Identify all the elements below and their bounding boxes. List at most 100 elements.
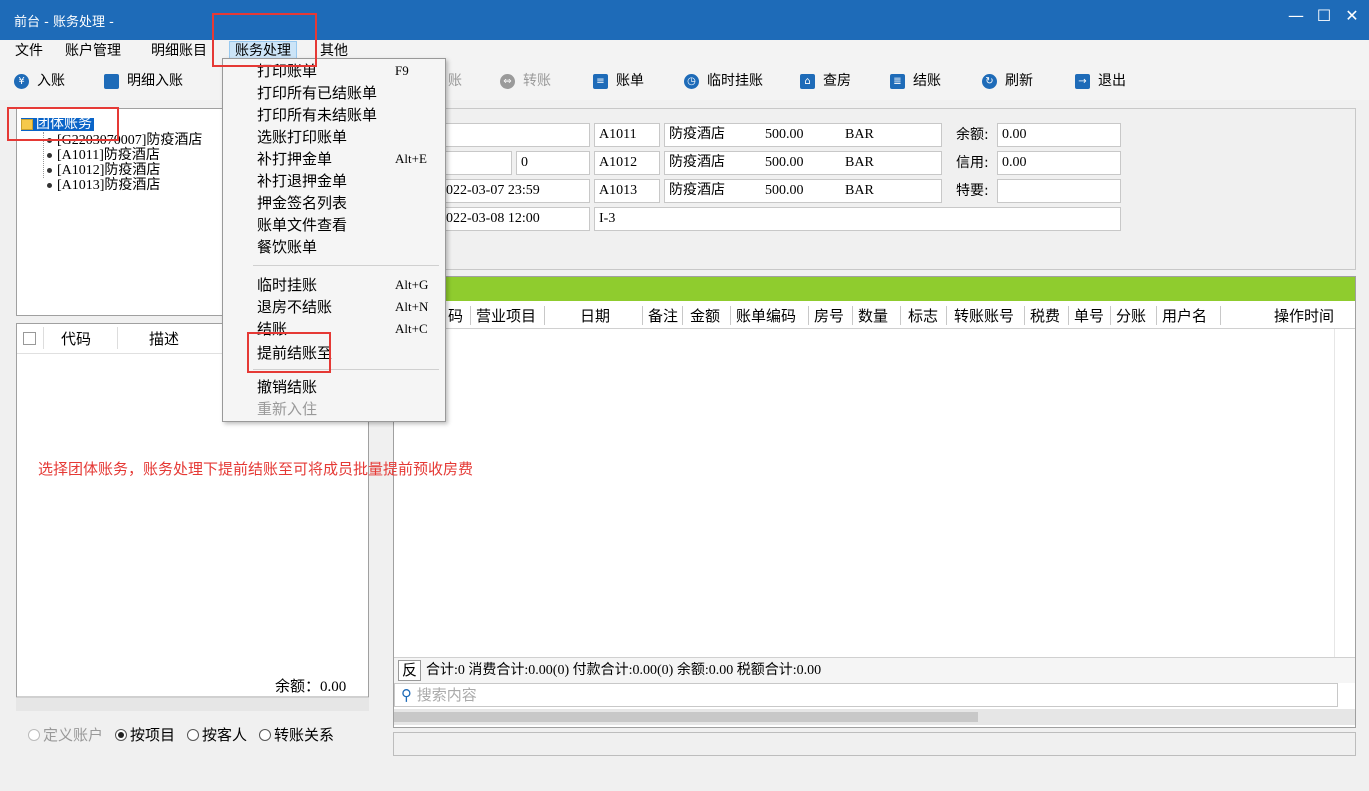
column-divider (852, 306, 853, 325)
menu-file[interactable]: 文件 (10, 41, 48, 61)
tree-item-a1012[interactable]: [A1012]防疫酒店 (57, 164, 160, 178)
scroll-thumb[interactable] (394, 712, 978, 722)
rate-code: BAR (845, 183, 874, 198)
menu-item-print-all-unsettled[interactable]: 打印所有未结账单 (257, 105, 377, 125)
left-list-scrollbar[interactable] (16, 697, 369, 711)
menu-item-dining-bill[interactable]: 餐饮账单 (257, 237, 317, 257)
info-field-a1[interactable]: 3 (434, 123, 590, 147)
special-req-field[interactable] (997, 179, 1121, 203)
select-all-checkbox[interactable] (23, 332, 36, 345)
tree-item-a1011[interactable]: [A1011]防疫酒店 (57, 149, 160, 163)
checkout-button[interactable]: ≣ 结账 (890, 71, 941, 91)
credit-field[interactable]: 0.00 (997, 151, 1121, 175)
departure-date-field[interactable]: 2022-03-08 12:00 (434, 207, 590, 231)
radio-by-guest[interactable]: 按客人 (187, 724, 247, 745)
totals-text: 合计:0 消费合计:0.00(0) 付款合计:0.00(0) 余额:0.00 税… (426, 663, 822, 678)
column-quantity[interactable]: 数量 (858, 304, 888, 328)
menu-item-reprint-refund-deposit[interactable]: 补打退押金单 (257, 171, 347, 191)
arrival-date-field[interactable]: 2022-03-07 23:59 (434, 179, 590, 203)
check-room-button[interactable]: ⌂ 查房 (800, 71, 851, 91)
radio-define-account[interactable]: 定义账户 (28, 724, 103, 745)
menu-item-advance-settle-to[interactable]: 提前结账至 (257, 343, 332, 363)
column-divider (642, 306, 643, 325)
detail-post-label: 明细入账 (127, 73, 183, 89)
refresh-button[interactable]: ↻ 刷新 (982, 71, 1033, 91)
hidden-button[interactable]: 账 (448, 71, 462, 91)
radio-circle (259, 728, 272, 741)
menu-item-settle[interactable]: 结账 (257, 319, 287, 339)
menu-item-deposit-sign-list[interactable]: 押金签名列表 (257, 193, 347, 213)
menu-item-checkout-no-settle[interactable]: 退房不结账 (257, 297, 332, 317)
column-operation-time[interactable]: 操作时间 (1274, 304, 1334, 328)
menu-item-print-bill[interactable]: 打印账单 (257, 61, 317, 81)
search-field[interactable]: ⚲ 搜索内容 (394, 683, 1338, 707)
house-search-icon: ⌂ (800, 73, 815, 89)
balance-field-label: 余额: (956, 127, 989, 143)
temp-hang-button[interactable]: ◷ 临时挂账 (684, 71, 763, 91)
detail-post-button[interactable]: 明细入账 (104, 71, 183, 91)
column-code[interactable]: 码 (448, 304, 463, 328)
info-field-room3[interactable]: A1013 (594, 179, 660, 203)
transfer-button[interactable]: ⇔ 转账 (500, 71, 551, 91)
column-transfer-account[interactable]: 转账账号 (954, 304, 1014, 328)
balance-value: 0.00 (320, 679, 347, 695)
vertical-scrollbar[interactable] (1334, 329, 1355, 657)
radio-label: 按项目 (130, 726, 176, 744)
column-date[interactable]: 日期 (580, 304, 610, 328)
balance-field[interactable]: 0.00 (997, 123, 1121, 147)
column-amount[interactable]: 金额 (690, 304, 720, 328)
shortcut-label: F9 (395, 63, 409, 78)
search-placeholder: 搜索内容 (416, 686, 477, 704)
column-flag[interactable]: 标志 (908, 304, 938, 328)
room-rate: 500.00 (765, 183, 804, 198)
column-business-item[interactable]: 营业项目 (476, 304, 536, 328)
info-field-b2[interactable]: 0 (516, 151, 590, 175)
info-field-extra[interactable]: I-3 (594, 207, 1121, 231)
radio-label: 定义账户 (43, 726, 104, 744)
column-room[interactable]: 房号 (814, 304, 844, 328)
minimize-icon[interactable]: — (1283, 6, 1309, 25)
close-icon[interactable]: ✕ (1339, 6, 1365, 25)
hidden-button-label: 账 (448, 73, 462, 89)
annotation-text: 选择团体账务，账务处理下提前结账至可将成员批量提前预收房费 (38, 460, 474, 478)
info-field-name2: 防疫酒店 500.00 BAR (664, 151, 942, 175)
menu-item-re-checkin[interactable]: 重新入住 (257, 399, 317, 419)
reverse-button[interactable]: 反 (398, 660, 422, 681)
menu-detail-items[interactable]: 明细账目 (146, 41, 212, 61)
tree-root-group-account[interactable]: 团体账务 (21, 118, 94, 132)
column-bill-code[interactable]: 账单编码 (736, 304, 796, 328)
radio-transfer-relation[interactable]: 转账关系 (259, 724, 334, 745)
grid-header-bar (394, 277, 1355, 301)
column-divider (730, 306, 731, 325)
column-remark[interactable]: 备注 (648, 304, 678, 328)
column-code[interactable]: 代码 (61, 328, 91, 349)
menu-item-cancel-settle[interactable]: 撤销结账 (257, 377, 317, 397)
maximize-icon[interactable]: ☐ (1311, 6, 1337, 25)
column-divider (1156, 306, 1157, 325)
column-divider (470, 306, 471, 325)
menu-separator (253, 369, 439, 370)
column-username[interactable]: 用户名 (1162, 304, 1207, 328)
menu-item-select-print[interactable]: 选账打印账单 (257, 127, 347, 147)
menu-account-management[interactable]: 账户管理 (60, 41, 126, 61)
accounting-dropdown-menu: 打印账单 F9 打印所有已结账单 打印所有未结账单 选账打印账单 补打押金单 A… (222, 58, 446, 422)
post-charge-button[interactable]: ¥ 入账 (14, 71, 65, 91)
bill-button[interactable]: ≡ 账单 (593, 71, 644, 91)
menu-item-reprint-deposit[interactable]: 补打押金单 (257, 149, 332, 169)
menu-item-bill-file-view[interactable]: 账单文件查看 (257, 215, 347, 235)
credit-field-label: 信用: (956, 155, 989, 171)
column-split[interactable]: 分账 (1116, 304, 1146, 328)
column-tax[interactable]: 税费 (1030, 304, 1060, 328)
info-field-room2[interactable]: A1012 (594, 151, 660, 175)
tree-item-group[interactable]: [G2203070007]防疫酒店 (57, 134, 202, 148)
info-field-room1[interactable]: A1011 (594, 123, 660, 147)
column-description[interactable]: 描述 (149, 328, 179, 349)
column-slip-no[interactable]: 单号 (1074, 304, 1104, 328)
exit-button[interactable]: → 退出 (1075, 71, 1126, 91)
grid-horizontal-scrollbar[interactable] (394, 709, 1355, 725)
tree-item-a1013[interactable]: [A1013]防疫酒店 (57, 179, 160, 193)
database-icon: ≣ (890, 73, 905, 89)
radio-by-item[interactable]: 按项目 (115, 724, 175, 745)
menu-item-temp-hang[interactable]: 临时挂账 (257, 275, 317, 295)
menu-item-print-all-settled[interactable]: 打印所有已结账单 (257, 83, 377, 103)
